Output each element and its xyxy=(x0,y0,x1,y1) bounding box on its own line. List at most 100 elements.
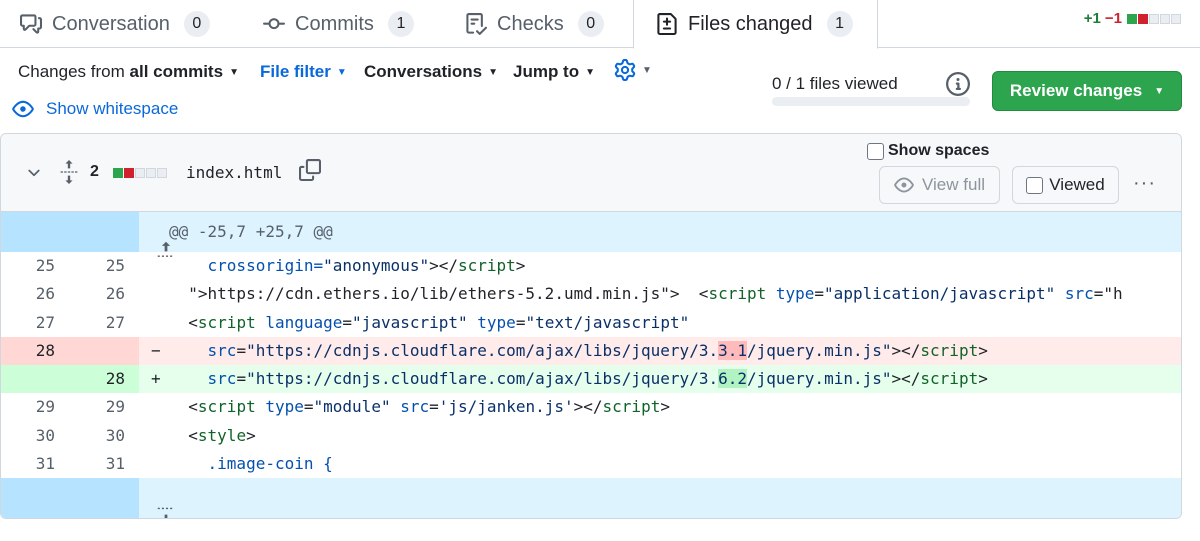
code-line: <script type="module" src='js/janken.js'… xyxy=(169,397,670,417)
diff-line-added: 28 + src="https://cdnjs.cloudflare.com/a… xyxy=(1,365,1181,394)
deletions-count: −1 xyxy=(1104,10,1122,27)
files-viewed-progress xyxy=(772,97,970,106)
caret-down-icon: ▼ xyxy=(585,66,596,78)
file-name[interactable]: index.html xyxy=(186,163,282,182)
checklist-icon xyxy=(465,13,487,35)
more-options-icon[interactable]: ··· xyxy=(1133,172,1156,195)
caret-down-icon: ▼ xyxy=(642,64,652,76)
old-line-number[interactable]: 29 xyxy=(5,393,55,421)
tab-checks-label: Checks xyxy=(497,12,564,35)
expand-down-icon xyxy=(59,486,177,518)
tab-commits[interactable]: Commits 1 xyxy=(263,0,414,48)
tab-files-changed[interactable]: Files changed 1 xyxy=(633,0,878,49)
code-line: ">https://cdn.ethers.io/lib/ethers-5.2.u… xyxy=(169,284,1123,304)
checkbox[interactable] xyxy=(867,142,884,160)
new-line-number[interactable]: 31 xyxy=(75,450,125,478)
show-whitespace-toggle[interactable]: Show whitespace xyxy=(12,98,178,120)
hunk-footer-row xyxy=(1,478,1181,518)
view-full-button[interactable]: View full xyxy=(879,166,1000,204)
addition-marker: + xyxy=(151,369,161,389)
eye-icon xyxy=(894,175,914,195)
hunk-header: @@ -25,7 +25,7 @@ xyxy=(169,222,333,241)
file-diff-container: 2 index.html Show spaces View full Viewe… xyxy=(0,133,1182,519)
tab-conversation[interactable]: Conversation 0 xyxy=(20,0,210,48)
pr-tabs: Conversation 0 Commits 1 Checks 0 Files … xyxy=(0,0,1200,49)
checkbox[interactable] xyxy=(1026,176,1044,194)
caret-down-icon: ▼ xyxy=(229,66,239,78)
code-line: src="https://cdnjs.cloudflare.com/ajax/l… xyxy=(207,340,988,360)
tab-files-changed-count: 1 xyxy=(826,11,853,37)
viewed-checkbox-button[interactable]: Viewed xyxy=(1012,166,1119,204)
code-line: <script language="javascript" type="text… xyxy=(169,312,690,332)
old-line-number[interactable]: 28 xyxy=(5,337,55,365)
gear-icon xyxy=(614,59,636,81)
show-spaces-label: Show spaces xyxy=(888,142,990,159)
diffstat-blocks xyxy=(1127,13,1182,24)
new-line-number[interactable]: 25 xyxy=(75,252,125,280)
expand-all-icon[interactable] xyxy=(59,160,79,189)
additions-count: +1 xyxy=(1083,10,1101,27)
review-changes-button[interactable]: Review changes ▼ xyxy=(992,71,1182,111)
diff-line-30: 30 30 <style> xyxy=(1,422,1181,450)
old-line-number[interactable]: 30 xyxy=(5,422,55,450)
new-line-number[interactable]: 26 xyxy=(75,280,125,308)
new-line-number[interactable]: 29 xyxy=(75,393,125,421)
file-header: 2 index.html Show spaces View full Viewe… xyxy=(1,134,1181,212)
caret-down-icon: ▼ xyxy=(488,66,498,78)
code-line: <style> xyxy=(169,425,256,445)
new-line-number[interactable]: 28 xyxy=(75,365,125,393)
code-line: crossorigin="anonymous"></script> xyxy=(169,256,526,275)
diff-line-25: 25 25 crossorigin="anonymous"></script> xyxy=(1,252,1181,280)
git-commit-icon xyxy=(263,13,285,35)
jump-to-dropdown[interactable]: Jump to ▼ xyxy=(513,62,595,82)
copy-icon[interactable] xyxy=(299,159,321,186)
diff-settings-dropdown[interactable]: ▼ xyxy=(614,59,652,81)
old-line-number[interactable]: 25 xyxy=(5,252,55,280)
tab-conversation-count: 0 xyxy=(183,11,210,37)
new-line-number[interactable]: 30 xyxy=(75,422,125,450)
conversations-dropdown[interactable]: Conversations ▼ xyxy=(364,62,498,82)
old-line-number[interactable]: 26 xyxy=(5,280,55,308)
changes-from-value: all commits xyxy=(129,62,224,81)
old-line-number[interactable]: 31 xyxy=(5,450,55,478)
files-viewed-count: 0 / 1 files viewed xyxy=(772,74,898,93)
old-line-number[interactable]: 27 xyxy=(5,309,55,337)
caret-down-icon: ▼ xyxy=(336,66,347,78)
tab-commits-count: 1 xyxy=(387,11,414,37)
deletion-marker: − xyxy=(151,340,161,360)
info-icon[interactable] xyxy=(946,72,970,101)
caret-down-icon: ▼ xyxy=(1154,85,1165,97)
tab-checks[interactable]: Checks 0 xyxy=(465,0,604,48)
diff-line-26: 26 26 ">https://cdn.ethers.io/lib/ethers… xyxy=(1,280,1181,308)
diff-line-31: 31 31 .image-coin { xyxy=(1,450,1181,478)
tab-conversation-label: Conversation xyxy=(52,12,170,35)
tab-files-changed-label: Files changed xyxy=(688,12,813,35)
viewed-label: Viewed xyxy=(1049,175,1105,194)
file-diffstat-blocks xyxy=(113,168,168,178)
comment-discussion-icon xyxy=(20,13,42,35)
eye-icon xyxy=(12,98,34,120)
show-spaces-checkbox[interactable]: Show spaces xyxy=(867,142,989,160)
code-line: src="https://cdnjs.cloudflare.com/ajax/l… xyxy=(207,369,988,389)
hunk-header-row: @@ -25,7 +25,7 @@ xyxy=(1,212,1181,257)
tab-commits-label: Commits xyxy=(295,12,374,35)
file-change-count: 2 xyxy=(90,163,99,180)
jump-to-label: Jump to xyxy=(513,62,580,81)
diffstat-summary: +1 −1 xyxy=(1084,10,1182,27)
conversations-label: Conversations xyxy=(364,62,483,81)
diff-line-27: 27 27 <script language="javascript" type… xyxy=(1,309,1181,337)
changes-from-label: Changes from xyxy=(18,62,125,81)
file-diff-icon xyxy=(656,13,678,35)
tab-checks-count: 0 xyxy=(577,11,604,37)
file-filter-dropdown[interactable]: File filter ▼ xyxy=(260,62,347,82)
chevron-down-icon[interactable] xyxy=(25,164,43,187)
code-line: .image-coin { xyxy=(169,454,333,474)
new-line-number[interactable]: 27 xyxy=(75,309,125,337)
view-full-label: View full xyxy=(922,175,985,194)
diff-line-29: 29 29 <script type="module" src='js/jank… xyxy=(1,393,1181,421)
review-changes-label: Review changes xyxy=(1009,81,1143,100)
expand-down-button[interactable] xyxy=(1,478,173,518)
expand-up-button[interactable] xyxy=(1,212,173,257)
changes-from-dropdown[interactable]: Changes from all commits ▼ xyxy=(18,62,239,82)
show-whitespace-label: Show whitespace xyxy=(46,99,179,118)
